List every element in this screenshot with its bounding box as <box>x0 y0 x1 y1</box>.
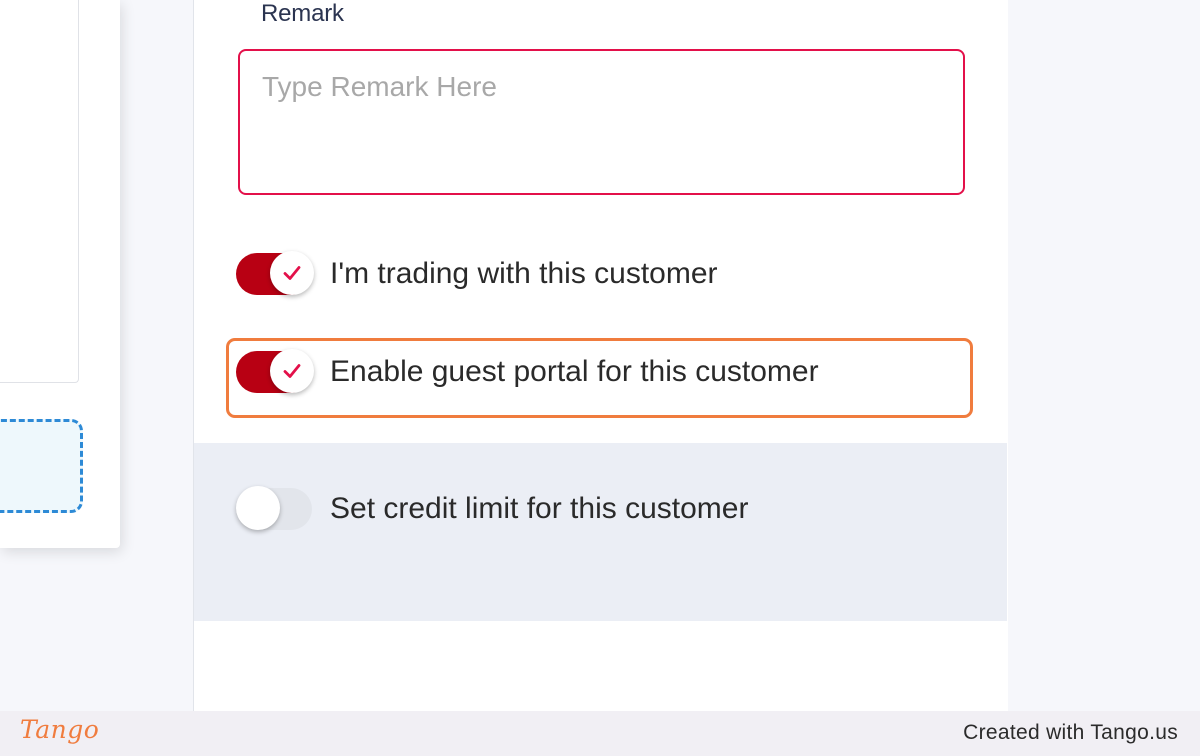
guest-portal-toggle[interactable] <box>236 349 314 395</box>
credit-limit-toggle[interactable] <box>236 486 312 532</box>
right-background <box>1008 0 1200 712</box>
check-icon <box>283 266 301 280</box>
trading-toggle[interactable] <box>236 251 314 297</box>
toggle-thumb <box>270 251 314 295</box>
left-card-field <box>0 0 79 383</box>
guest-portal-toggle-label: Enable guest portal for this customer <box>330 355 819 388</box>
credit-limit-section: Set credit limit for this customer <box>194 443 1007 621</box>
credit-limit-toggle-row: Set credit limit for this customer <box>236 484 748 534</box>
left-card <box>0 0 120 548</box>
trading-toggle-row: I'm trading with this customer <box>236 249 718 299</box>
remark-label: Remark <box>261 0 344 27</box>
credit-limit-toggle-label: Set credit limit for this customer <box>330 492 749 525</box>
toggle-thumb <box>236 486 280 530</box>
upload-dropzone[interactable] <box>0 419 83 513</box>
trading-toggle-label: I'm trading with this customer <box>330 257 718 290</box>
guest-portal-toggle-row: Enable guest portal for this customer <box>236 347 819 397</box>
check-icon <box>283 364 301 378</box>
footer-credit: Created with Tango.us <box>963 721 1178 744</box>
footer: Tango Created with Tango.us <box>0 711 1200 756</box>
remark-input[interactable] <box>238 49 965 195</box>
tango-logo: Tango <box>20 715 100 744</box>
toggle-thumb <box>270 349 314 393</box>
customer-form-panel: Remark I'm trading with this customer En… <box>193 0 1010 712</box>
